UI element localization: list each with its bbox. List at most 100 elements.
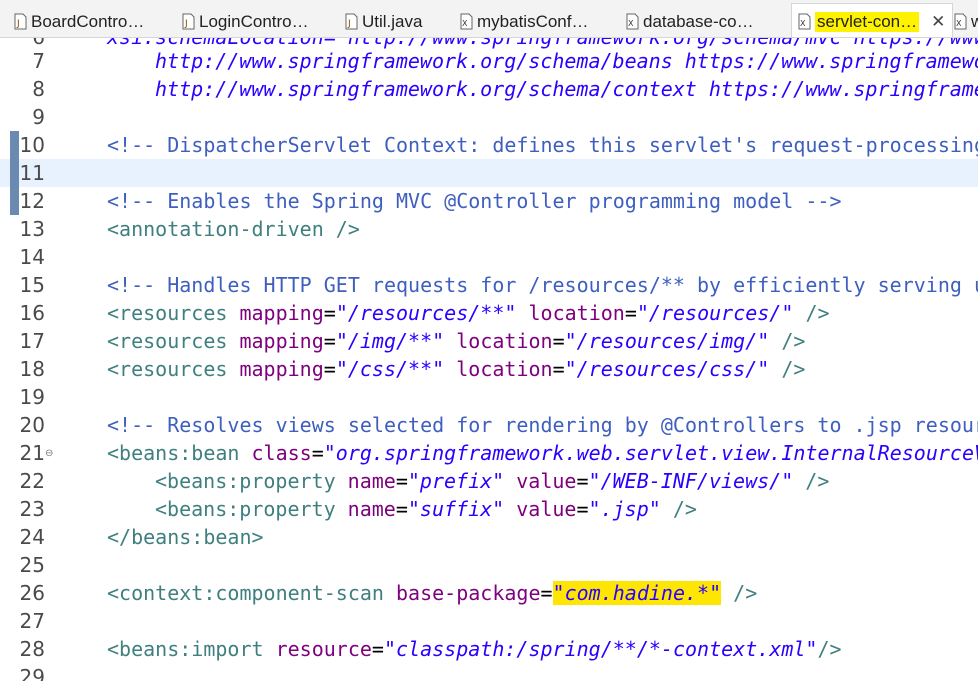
code-line: 27	[0, 607, 978, 635]
xml-tag: <resources	[107, 329, 228, 353]
code-line: 19	[0, 383, 978, 411]
xml-tag: <resources	[107, 301, 228, 325]
xml-attribute: base-package	[396, 581, 541, 605]
xml-attribute: location	[528, 301, 625, 325]
xml-tag: <context:component-scan	[107, 581, 384, 605]
tab-servlet-context[interactable]: X servlet-con… ✕	[791, 3, 953, 37]
code-line: 9	[0, 103, 978, 131]
xml-file-icon: X	[460, 13, 473, 30]
xml-value: "/css/**"	[335, 357, 445, 381]
xml-value: "/resources/"	[636, 301, 794, 325]
xml-tag-end: />	[793, 301, 830, 325]
java-file-icon: J	[182, 13, 195, 30]
line-number: 22	[19, 469, 45, 493]
tab-mybatis-config[interactable]: X mybatisConf…	[460, 5, 589, 37]
line-number: 19	[19, 385, 45, 409]
xml-attribute: mapping	[239, 329, 324, 353]
code-text: <beans:import resource="classpath:/sprin…	[107, 637, 842, 661]
xml-attribute: location	[456, 357, 553, 381]
tab-util-java[interactable]: J Util.java	[345, 5, 422, 37]
line-number: 25	[19, 553, 45, 577]
code-line: 17 <resources mapping="/img/**" location…	[0, 327, 978, 355]
code-line: 26 <context:component-scan base-package=…	[0, 579, 978, 607]
xml-attribute: location	[456, 329, 553, 353]
code-line: 8 http://www.springframework.org/schema/…	[0, 75, 978, 103]
svg-text:X: X	[462, 19, 468, 28]
code-line: 25	[0, 551, 978, 579]
xml-value: "suffix"	[407, 497, 505, 521]
xml-value: "classpath:/spring/**/*-context.xml"	[383, 637, 818, 661]
xml-tag: <beans:property	[155, 497, 336, 521]
code-text: <context:component-scan base-package="co…	[107, 581, 758, 605]
xml-value: "prefix"	[407, 469, 505, 493]
line-number: 21	[19, 441, 45, 465]
tab-label: servlet-con…	[815, 11, 920, 32]
line-number: 24	[19, 525, 45, 549]
xml-tag-end: />	[793, 469, 830, 493]
code-line: 14	[0, 243, 978, 271]
code-editor[interactable]: 6 xsi:schemaLocation="http://www.springf…	[0, 38, 978, 681]
line-number: 27	[19, 609, 45, 633]
line-number: 20	[19, 413, 45, 437]
line-number: 17	[19, 329, 45, 353]
xml-tag-end: />	[323, 217, 360, 241]
code-line: 20 <!-- Resolves views selected for rend…	[0, 411, 978, 439]
code-line: 12 <!-- Enables the Spring MVC @Controll…	[0, 187, 978, 215]
line-number: 18	[19, 357, 45, 381]
code-text: <!-- Enables the Spring MVC @Controller …	[107, 189, 842, 213]
code-line: 16 <resources mapping="/resources/**" lo…	[0, 299, 978, 327]
line-number: 29	[19, 665, 45, 681]
xml-tag-end: />	[769, 329, 806, 353]
tab-board-controller[interactable]: J BoardContro…	[14, 5, 144, 37]
tab-overflow[interactable]: X w	[954, 5, 978, 37]
svg-text:J: J	[184, 19, 188, 29]
code-text: http://www.springframework.org/schema/be…	[155, 49, 978, 73]
code-text: <!-- DispatcherServlet Context: defines …	[107, 133, 978, 157]
line-number: 10	[19, 133, 45, 157]
code-text: <!-- Handles HTTP GET requests for /reso…	[107, 273, 978, 297]
code-line: 29	[0, 663, 978, 681]
current-code-line: 11	[0, 159, 978, 187]
code-line: 24 </beans:bean>	[0, 523, 978, 551]
line-number: 26	[19, 581, 45, 605]
line-number: 13	[19, 217, 45, 241]
line-number: 15	[19, 273, 45, 297]
fold-toggle-icon[interactable]: ⊖	[45, 448, 53, 459]
editor-tab-bar: J BoardContro… J LoginContro… J Util.jav…	[0, 0, 978, 38]
xml-tag: <annotation-driven	[107, 217, 324, 241]
tab-login-controller[interactable]: J LoginContro…	[182, 5, 309, 37]
svg-text:X: X	[956, 19, 962, 28]
xml-tag-end: />	[817, 637, 842, 661]
tab-label: mybatisConf…	[477, 11, 589, 31]
xml-attribute: mapping	[239, 301, 324, 325]
line-number: 23	[19, 497, 45, 521]
xml-value: "/resources/**"	[335, 301, 517, 325]
tab-database-context[interactable]: X database-co…	[626, 5, 754, 37]
xml-file-icon: X	[954, 13, 967, 30]
code-line: 28 <beans:import resource="classpath:/sp…	[0, 635, 978, 663]
code-text: <resources mapping="/css/**" location="/…	[107, 357, 806, 381]
code-line: 7 http://www.springframework.org/schema/…	[0, 47, 978, 75]
svg-text:J: J	[347, 19, 351, 29]
xml-tag: <beans:import	[107, 637, 264, 661]
line-number: 7	[32, 49, 45, 73]
close-icon[interactable]: ✕	[931, 12, 945, 32]
xml-tag: <resources	[107, 357, 228, 381]
xml-attribute: class	[251, 441, 312, 465]
line-number: 12	[19, 189, 45, 213]
xml-attribute: value	[516, 497, 577, 521]
xml-value: ".jsp"	[588, 497, 661, 521]
code-text: <!-- Resolves views selected for renderi…	[107, 413, 978, 437]
xml-attribute: value	[516, 469, 577, 493]
line-number: 9	[32, 105, 45, 129]
line-number: 14	[19, 245, 45, 269]
code-line: 15 <!-- Handles HTTP GET requests for /r…	[0, 271, 978, 299]
xml-value: "org.springframework.web.servlet.view.In…	[323, 441, 978, 465]
xml-attribute: mapping	[239, 357, 324, 381]
code-line: 18 <resources mapping="/css/**" location…	[0, 355, 978, 383]
tab-label: database-co…	[643, 11, 754, 31]
java-file-icon: J	[14, 13, 27, 30]
xml-file-icon: X	[798, 13, 811, 30]
code-line: 23 <beans:property name="suffix" value="…	[0, 495, 978, 523]
code-text: <beans:property name="suffix" value=".js…	[155, 497, 697, 521]
